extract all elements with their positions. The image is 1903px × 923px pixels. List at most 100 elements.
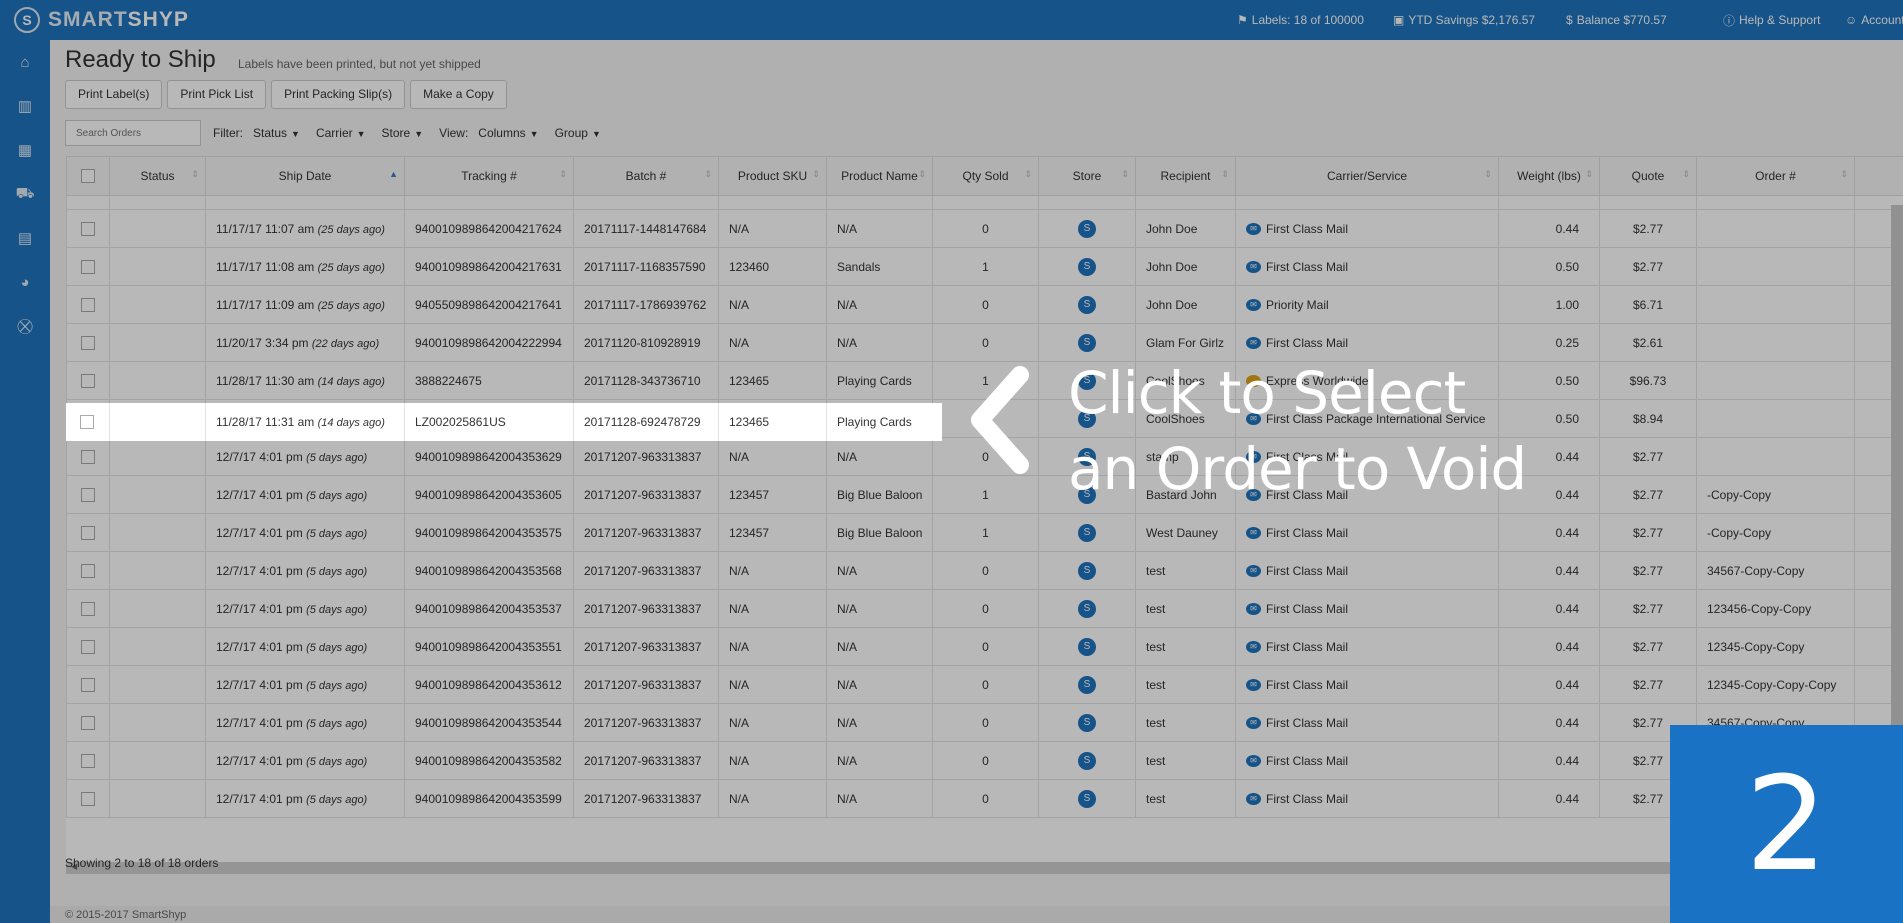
row-checkbox[interactable]	[81, 297, 95, 312]
row-checkbox[interactable]	[81, 487, 95, 502]
store-cell: S	[1038, 665, 1136, 704]
column-header[interactable]: Product Name ⇕	[826, 156, 933, 196]
weight-cell: 0.44	[1498, 513, 1600, 552]
sidebar-item-truck[interactable]: ⛟	[0, 172, 50, 216]
table-row[interactable]: 11/17/17 11:07 am (25 days ago) 940010989…	[66, 209, 1903, 248]
product-name-cell: Big Blue Baloon	[826, 475, 933, 514]
step-number-badge: 2	[1670, 725, 1903, 923]
column-header[interactable]: Quote ⇕	[1599, 156, 1697, 196]
caret-down-icon: ▼	[529, 129, 539, 139]
row-checkbox[interactable]	[81, 791, 95, 806]
column-header[interactable]: Carrier/Service ⇕	[1235, 156, 1499, 196]
column-header[interactable]: Qty Sold ⇕	[932, 156, 1039, 196]
status-filter-dropdown[interactable]: Status ▼	[253, 126, 300, 140]
ytd-stat[interactable]: ▣ YTD Savings $2,176.57	[1393, 0, 1535, 40]
row-checkbox[interactable]	[81, 677, 95, 692]
ship-date-cell: 11/17/17 11:09 am (25 days ago)	[205, 285, 405, 324]
column-header[interactable]: Recipient ⇕	[1135, 156, 1236, 196]
highlighted-order-row[interactable]: 11/28/17 11:31 am (14 days ago) LZ0020258…	[66, 403, 942, 441]
row-checkbox[interactable]	[81, 259, 95, 274]
sidebar: ⌂ ▥ ▦ ⛟ ▤ ◕ ⛒	[0, 40, 50, 923]
print-packing-slips-button[interactable]: Print Packing Slip(s)	[271, 80, 406, 109]
sku-cell: 123465	[718, 361, 827, 400]
sidebar-item-basket[interactable]: ▥	[0, 84, 50, 128]
weight-cell: 0.44	[1498, 589, 1600, 628]
sort-icon: ⇕	[191, 169, 199, 179]
weight-cell: 0.44	[1498, 627, 1600, 666]
ship-date-cell: 12/7/17 4:01 pm (5 days ago)	[205, 665, 405, 704]
print-labels-button[interactable]: Print Label(s)	[65, 80, 163, 109]
carrier-filter-dropdown[interactable]: Carrier ▼	[316, 126, 366, 140]
recipient-cell: West Dauney	[1135, 513, 1236, 552]
labels-stat[interactable]: ⚑ Labels: 18 of 100000	[1237, 0, 1364, 40]
table-row[interactable]: 12/7/17 4:01 pm (5 days ago) 940010989864…	[66, 589, 1903, 628]
make-copy-button[interactable]: Make a Copy	[410, 80, 507, 109]
status-cell	[109, 741, 206, 780]
row-checkbox[interactable]	[80, 415, 94, 429]
table-row[interactable]: 12/7/17 4:01 pm (5 days ago) 940010989864…	[66, 665, 1903, 704]
table-row[interactable]: 12/7/17 4:01 pm (5 days ago) 940010989864…	[66, 475, 1903, 514]
table-row[interactable]: 12/7/17 4:01 pm (5 days ago) 940010989864…	[66, 741, 1903, 780]
logo[interactable]: S SMARTSHYP	[14, 0, 189, 40]
ship-date-ago: (5 days ago)	[306, 755, 368, 768]
column-header[interactable]: Weight (lbs) ⇕	[1498, 156, 1600, 196]
column-header[interactable]: Status ⇕	[109, 156, 206, 196]
filter-label: Filter:	[213, 126, 243, 140]
qty-cell: 1	[932, 475, 1039, 514]
table-row[interactable]: 11/20/17 3:34 pm (22 days ago) 9400109898…	[66, 323, 1903, 362]
row-checkbox[interactable]	[81, 563, 95, 578]
ship-date-ago: (5 days ago)	[306, 793, 368, 806]
table-row[interactable]: 12/7/17 4:01 pm (5 days ago) 940010989864…	[66, 627, 1903, 666]
account-menu[interactable]: ☺ Account	[1845, 0, 1903, 40]
row-checkbox[interactable]	[81, 639, 95, 654]
row-checkbox[interactable]	[81, 601, 95, 616]
vertical-scrollbar[interactable]	[1891, 205, 1903, 725]
print-pick-list-button[interactable]: Print Pick List	[167, 80, 267, 109]
tracking-cell: 9400109898642004353599	[404, 779, 574, 818]
column-header[interactable]: Ship Date ▲	[205, 156, 405, 196]
column-header[interactable]: Store ⇕	[1038, 156, 1136, 196]
table-row[interactable]: 12/7/17 4:01 pm (5 days ago) 940010989864…	[66, 513, 1903, 552]
ship-date-cell: 12/7/17 4:01 pm (5 days ago)	[205, 627, 405, 666]
column-header[interactable]: Product SKU ⇕	[718, 156, 827, 196]
column-header[interactable]: Batch # ⇕	[573, 156, 719, 196]
weight-cell: 0.44	[1498, 665, 1600, 704]
order-number-cell: 12345-Copy-Copy-Copy	[1696, 665, 1855, 704]
sku-cell: 123457	[718, 513, 827, 552]
table-row[interactable]: 12/7/17 4:01 pm (5 days ago) 940010989864…	[66, 779, 1903, 818]
row-checkbox[interactable]	[81, 715, 95, 730]
row-checkbox[interactable]	[81, 525, 95, 540]
sidebar-item-cart[interactable]: ⛒	[0, 304, 50, 348]
sidebar-item-home[interactable]: ⌂	[0, 40, 50, 84]
table-row[interactable]: 11/17/17 11:09 am (25 days ago) 940550989…	[66, 285, 1903, 324]
table-row[interactable]: 12/7/17 4:01 pm (5 days ago) 940010989864…	[66, 551, 1903, 590]
store-filter-dropdown[interactable]: Store ▼	[382, 126, 424, 140]
select-all-checkbox[interactable]	[81, 169, 95, 184]
status-cell	[109, 209, 206, 248]
recipient-cell: test	[1135, 589, 1236, 628]
sort-icon: ⇕	[1121, 169, 1129, 179]
search-orders-input[interactable]	[65, 120, 201, 146]
group-dropdown[interactable]: Group ▼	[555, 126, 601, 140]
row-checkbox[interactable]	[81, 449, 95, 464]
labels-count: Labels: 18 of 100000	[1251, 13, 1364, 27]
sidebar-item-calendar[interactable]: ▦	[0, 128, 50, 172]
table-row[interactable]: 11/17/17 11:08 am (25 days ago) 940010989…	[66, 247, 1903, 286]
row-checkbox[interactable]	[81, 221, 95, 236]
product-name-cell: Playing Cards	[826, 361, 933, 400]
store-cell: S	[1038, 247, 1136, 286]
ship-date-ago: (5 days ago)	[306, 679, 368, 692]
column-header[interactable]: Order # ⇕	[1696, 156, 1855, 196]
column-header[interactable]: Tracking # ⇕	[404, 156, 574, 196]
row-checkbox[interactable]	[81, 373, 95, 388]
sidebar-item-address-book[interactable]: ▤	[0, 216, 50, 260]
help-link[interactable]: ⓘ Help & Support	[1723, 0, 1820, 40]
row-checkbox[interactable]	[81, 335, 95, 350]
column-header[interactable]: Co⇕	[1854, 156, 1903, 196]
row-checkbox[interactable]	[81, 753, 95, 768]
balance-stat[interactable]: $ Balance $770.57	[1566, 0, 1667, 40]
sidebar-item-pie-chart[interactable]: ◕	[0, 260, 50, 304]
columns-dropdown[interactable]: Columns ▼	[478, 126, 538, 140]
table-row[interactable]: 12/7/17 4:01 pm (5 days ago) 940010989864…	[66, 703, 1903, 742]
horizontal-scrollbar[interactable]: ◀	[66, 862, 1903, 874]
